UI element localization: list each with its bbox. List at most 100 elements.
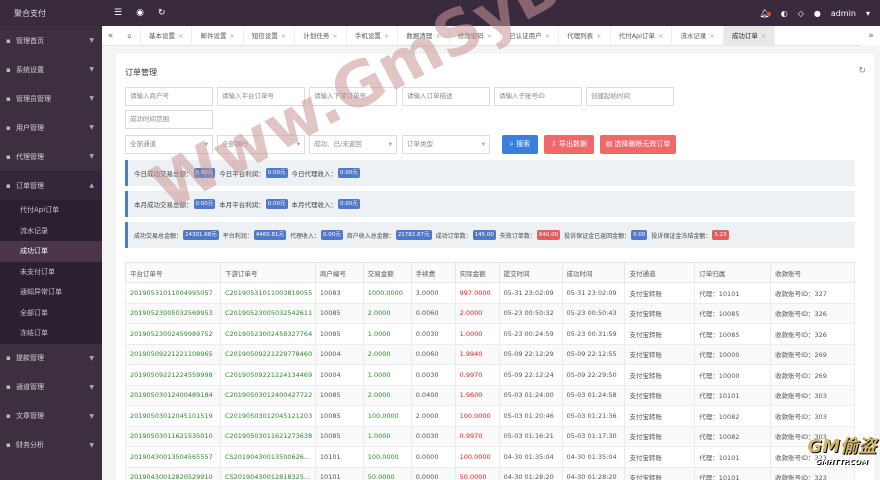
table-row[interactable]: 20190430013504565557 CS20190430013500626.… bbox=[125, 446, 855, 468]
table-row[interactable]: 20190430012820529910 CS20190430012818325.… bbox=[125, 466, 855, 480]
table-cell[interactable]: CS20190430013500626... bbox=[219, 446, 316, 468]
table-cell[interactable]: C20190523005032542611 bbox=[219, 302, 316, 324]
channel-select[interactable]: 全部通道 bbox=[125, 135, 213, 154]
sidebar-item-system[interactable]: ▪ 系统设置 ▼ bbox=[0, 55, 102, 84]
tab-scroll-left-icon[interactable]: « bbox=[102, 31, 119, 41]
home-icon[interactable]: ⌂ bbox=[119, 25, 141, 46]
table-cell: 支付宝转账 bbox=[624, 425, 696, 447]
table-row[interactable]: 20190531011004995057 C2019053101100381905… bbox=[125, 282, 855, 304]
brand-name: 聚合支付 bbox=[14, 8, 46, 18]
table-cell: 收款账号ID：327 bbox=[770, 282, 855, 304]
tab-sms-settings[interactable]: 短信设置 × bbox=[244, 25, 296, 46]
table-row[interactable]: 20190503011621535010 C2019050301162127363… bbox=[125, 425, 855, 447]
user-icon: ▪ bbox=[6, 123, 11, 132]
table-cell[interactable]: 20190503011621535010 bbox=[125, 425, 221, 447]
tab-mobile-settings[interactable]: 手机设置 × bbox=[347, 25, 399, 46]
table-cell[interactable]: 20190509221224559998 bbox=[125, 364, 221, 386]
sidebar-sub-payout-api[interactable]: 代付Api订单 bbox=[0, 200, 102, 221]
table-cell: 代理：10000 bbox=[694, 343, 772, 365]
username[interactable]: admin bbox=[831, 9, 856, 18]
search-button[interactable]: ⌕ 搜索 bbox=[502, 135, 538, 154]
table-cell[interactable]: C20190523002458327764 bbox=[219, 323, 316, 345]
sidebar-item-orders[interactable]: ▪ 订单管理 ▲ bbox=[0, 171, 102, 200]
status-select[interactable]: 成功、已/未返回 bbox=[309, 135, 397, 154]
table-row[interactable]: 20190509221224559998 C2019050922122413446… bbox=[125, 364, 855, 386]
sidebar-sub-flow[interactable]: 流水记录 bbox=[0, 221, 102, 242]
globe-icon[interactable]: ◉ bbox=[136, 8, 144, 18]
table-cell[interactable]: C20190503011621273638 bbox=[219, 425, 316, 447]
order-type-select[interactable]: 订单类型 bbox=[402, 135, 490, 154]
palette-icon[interactable]: ◐ bbox=[781, 9, 788, 18]
table-cell[interactable]: CS20190430012818325... bbox=[219, 466, 316, 480]
table-cell: 10083 bbox=[314, 282, 364, 304]
refresh-icon[interactable]: ↻ bbox=[158, 8, 166, 18]
tab-success-orders[interactable]: 成功订单 × bbox=[723, 25, 776, 46]
tab-scroll-right-icon[interactable]: » bbox=[862, 25, 880, 46]
table-cell[interactable]: C20190531011003819055 bbox=[219, 282, 316, 304]
downstream-order-input[interactable]: 请输入下游订单号 bbox=[309, 87, 397, 106]
table-cell: 2.0000 bbox=[362, 343, 412, 365]
tab-verified-users[interactable]: 已认证用户 × bbox=[501, 25, 560, 46]
platform-order-input[interactable]: 请输入平台订单号 bbox=[217, 87, 305, 106]
sidebar-sub-unpaid[interactable]: 未支付订单 bbox=[0, 262, 102, 283]
table-cell[interactable]: 20190509221221108965 bbox=[125, 343, 221, 365]
sidebar-item-articles[interactable]: ▪ 文章管理 ▼ bbox=[0, 402, 102, 431]
sidebar-item-finance[interactable]: ▪ 财务分析 ▼ bbox=[0, 431, 102, 460]
table-row[interactable]: 20190503012045101519 C2019050301204512120… bbox=[125, 405, 855, 427]
sidebar-sub-all[interactable]: 全部订单 bbox=[0, 303, 102, 324]
delete-invalid-button[interactable]: ▤ 选择删除无效订单 bbox=[600, 135, 676, 154]
export-button[interactable]: ⇩ 导出数据 bbox=[544, 135, 594, 154]
create-time-input[interactable]: 创建起始时间 bbox=[586, 87, 674, 106]
sidebar-sub-frozen[interactable]: 冻结订单 bbox=[0, 323, 102, 344]
sidebar-item-agents[interactable]: ▪ 代理管理 ▼ bbox=[0, 142, 102, 171]
table-cell[interactable]: 20190503012045101519 bbox=[125, 405, 221, 427]
table-row[interactable]: 20190523002459989752 C2019052300245832776… bbox=[125, 323, 855, 345]
withdraw-icon: ▪ bbox=[6, 354, 11, 362]
table-row[interactable]: 20190503012400489184 C2019050301240042772… bbox=[125, 384, 855, 406]
sidebar-item-users[interactable]: ▪ 用户管理 ▼ bbox=[0, 113, 102, 142]
table-cell[interactable]: 20190531011004995057 bbox=[125, 282, 221, 304]
tag-icon[interactable]: ◇ bbox=[798, 9, 804, 18]
bell-icon[interactable]: 🔔︎ bbox=[760, 9, 771, 18]
tab-change-password[interactable]: 修改密码 × bbox=[450, 25, 502, 46]
menu-icon[interactable]: ☰ bbox=[114, 8, 122, 18]
table-cell: 10101 bbox=[314, 446, 364, 468]
tab-mail-settings[interactable]: 邮件设置 × bbox=[192, 25, 244, 46]
merchant-no-input[interactable]: 请输入商户号 bbox=[125, 87, 213, 106]
success-time-input[interactable]: 成功时间范围 bbox=[125, 110, 213, 129]
tab-data-clean[interactable]: 数据清理 × bbox=[398, 25, 450, 46]
table-cell[interactable]: C20190503012400427722 bbox=[219, 384, 316, 406]
chevron-down-icon[interactable]: ▾ bbox=[866, 9, 870, 18]
table-cell[interactable]: 20190503012400489184 bbox=[125, 384, 221, 406]
table-cell[interactable]: 20190430012820529910 bbox=[125, 466, 221, 480]
table-row[interactable]: 20190509221221108965 C2019050922122977846… bbox=[125, 343, 855, 365]
sidebar-item-home[interactable]: ▪ 管理首页 ▼ bbox=[0, 26, 102, 55]
col-receive-account: 收款账号 bbox=[770, 262, 855, 283]
sub-account-input[interactable]: 请输入子账号ID bbox=[494, 87, 582, 106]
table-cell[interactable]: 20190430013504565557 bbox=[125, 446, 221, 468]
chevron-up-icon: ▲ bbox=[89, 182, 94, 189]
table-cell[interactable]: C20190503012045121203 bbox=[219, 405, 316, 427]
user-icon[interactable]: ● bbox=[814, 9, 821, 18]
table-cell[interactable]: 20190523002459989752 bbox=[125, 323, 221, 345]
table-row[interactable]: 20190523005032569953 C2019052300503254261… bbox=[125, 302, 855, 324]
table-cell: 代理：10101 bbox=[694, 466, 772, 480]
tab-cron[interactable]: 计划任务 × bbox=[295, 25, 347, 46]
sidebar-item-admins[interactable]: ▪ 管理员管理 ▼ bbox=[0, 84, 102, 113]
table-cell: 05-03 01:17:30 bbox=[561, 425, 626, 447]
order-desc-input[interactable]: 请输入订单描述 bbox=[402, 87, 490, 106]
sidebar-sub-success[interactable]: 成功订单 bbox=[0, 241, 102, 262]
table-cell[interactable]: 20190523005032569953 bbox=[125, 302, 221, 324]
tab-payout-api-orders[interactable]: 代付Api订单 × bbox=[611, 25, 673, 46]
tab-basic-settings[interactable]: 基本设置 × bbox=[141, 25, 193, 46]
close-icon: × bbox=[435, 31, 441, 40]
tab-agent-list[interactable]: 代理列表 × bbox=[559, 25, 611, 46]
table-cell[interactable]: C20190509221224134469 bbox=[219, 364, 316, 386]
sidebar-sub-notify-error[interactable]: 通知异常订单 bbox=[0, 282, 102, 303]
refresh-icon[interactable]: ↻ bbox=[858, 66, 866, 76]
sidebar-item-withdraw[interactable]: ▪ 提款管理 ▼ bbox=[0, 344, 102, 373]
table-cell[interactable]: C20190509221229778460 bbox=[219, 343, 316, 365]
sidebar-item-channels[interactable]: ▪ 通道管理 ▼ bbox=[0, 373, 102, 402]
tab-flow-records[interactable]: 流水记录 × bbox=[672, 25, 724, 46]
bank-select[interactable]: 全部银行 bbox=[217, 135, 305, 154]
